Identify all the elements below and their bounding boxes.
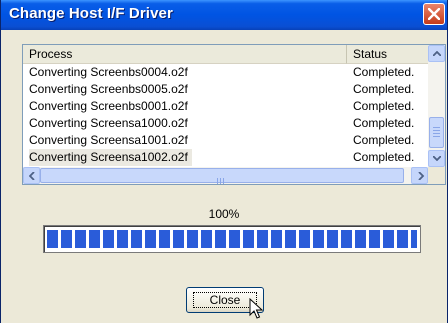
scroll-right-icon [418, 172, 425, 180]
column-header-process[interactable]: Process [23, 45, 347, 64]
list-item[interactable]: Converting Screenbs0004.o2f Completed. [23, 64, 429, 81]
horizontal-scroll-thumb[interactable] [40, 168, 404, 184]
list-item[interactable]: Converting Screenbs0005.o2f Completed. [23, 81, 429, 98]
column-header-status[interactable]: Status [347, 45, 429, 64]
process-cell: Converting Screensa1001.o2f [29, 133, 188, 147]
horizontal-scrollbar[interactable] [23, 167, 428, 184]
scroll-left-icon [29, 172, 35, 180]
status-cell: Completed. [353, 99, 415, 113]
status-cell: Completed. [353, 65, 415, 79]
scroll-up-button[interactable] [428, 45, 445, 62]
process-cell: Converting Screenbs0004.o2f [29, 65, 188, 79]
close-button-label: Close [209, 293, 241, 307]
progress-percent-label: 100% [208, 207, 240, 221]
window-title: Change Host I/F Driver [9, 5, 173, 22]
vertical-scroll-thumb[interactable] [429, 117, 444, 148]
scroll-down-button[interactable] [428, 150, 445, 167]
list-item[interactable]: Converting Screensa1001.o2f Completed. [23, 132, 429, 149]
status-cell: Completed. [353, 116, 415, 130]
process-cell: Converting Screensa1000.o2f [29, 116, 188, 130]
scroll-down-icon [433, 156, 441, 161]
process-cell: Converting Screenbs0005.o2f [29, 82, 188, 96]
scroll-right-button[interactable] [411, 167, 428, 184]
list-item[interactable]: Converting Screensa1000.o2f Completed. [23, 115, 429, 132]
process-list[interactable]: Process Status Converting Screenbs0004.o… [22, 44, 446, 185]
list-rows: Converting Screenbs0004.o2f Completed. C… [23, 64, 429, 166]
title-bar[interactable]: Change Host I/F Driver [1, 0, 447, 30]
process-cell: Converting Screenbs0001.o2f [29, 99, 188, 113]
mouse-cursor-icon [249, 298, 263, 319]
list-item-selected[interactable]: Converting Screensa1002.o2f Completed. [23, 149, 429, 166]
list-item[interactable]: Converting Screenbs0001.o2f Completed. [23, 98, 429, 115]
scroll-up-icon [433, 51, 441, 56]
progress-bar-fill [47, 230, 417, 248]
process-cell: Converting Screensa1002.o2f [29, 149, 192, 166]
window-close-button[interactable] [423, 3, 445, 25]
close-icon [428, 8, 440, 20]
status-cell: Completed. [353, 82, 415, 96]
status-cell: Completed. [353, 133, 415, 147]
progress-bar [43, 225, 421, 253]
scroll-left-button[interactable] [23, 167, 40, 184]
dialog-window: Change Host I/F Driver Process Status Co… [0, 0, 448, 323]
scrollbar-corner [428, 167, 445, 184]
status-cell: Completed. [353, 150, 415, 164]
vertical-scrollbar[interactable] [428, 45, 445, 167]
